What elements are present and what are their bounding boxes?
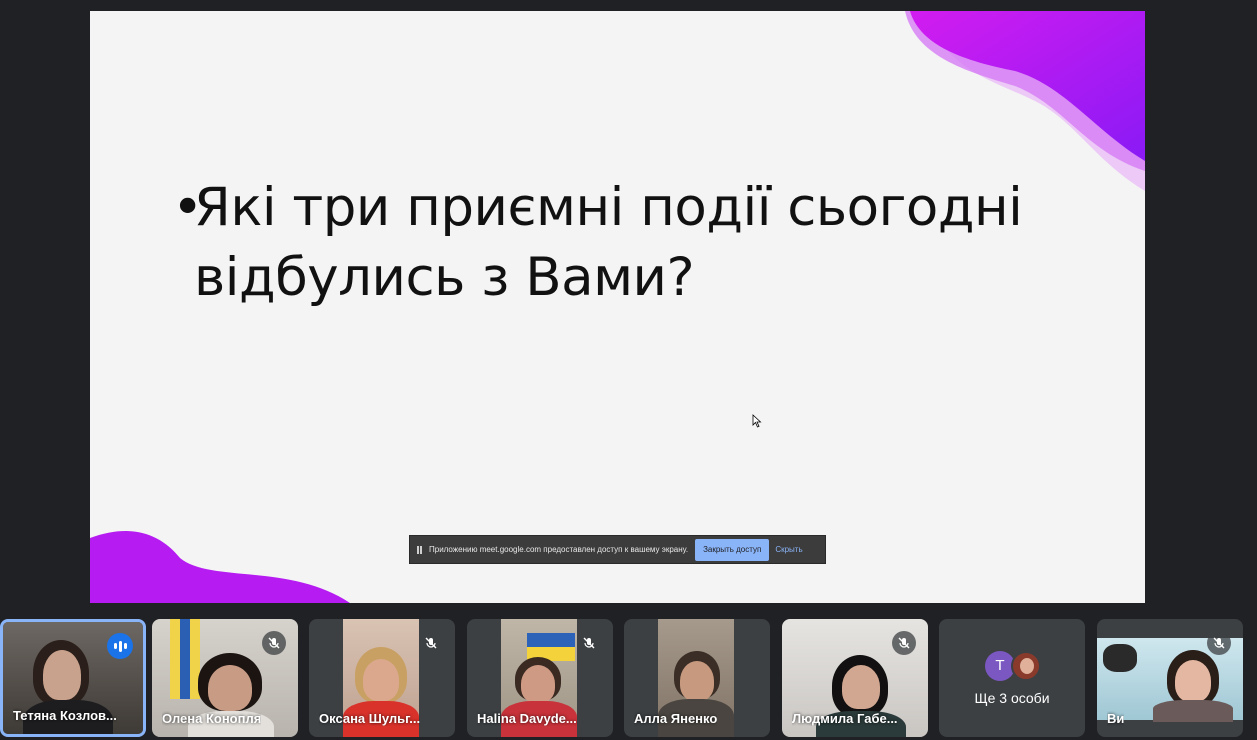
more-participants-label: Ще 3 особи	[974, 690, 1050, 706]
participant-name: Halina Davyde...	[477, 711, 577, 726]
participant-name: Оксана Шульг...	[319, 711, 421, 726]
mic-off-icon	[892, 631, 916, 655]
mic-off-icon	[1207, 631, 1231, 655]
slide-line-2: відбулись з Вами?	[194, 247, 695, 308]
share-message: Приложению meet.google.com предоставлен …	[429, 545, 689, 554]
more-participants-tile[interactable]: Т Ще 3 особи	[939, 619, 1085, 737]
hide-link[interactable]: Скрыть	[775, 545, 802, 554]
decorative-blob-bottom-left	[90, 530, 350, 603]
participant-tile[interactable]: Тетяна Козлов...	[0, 619, 146, 737]
participant-tile[interactable]: Оксана Шульг...	[309, 619, 455, 737]
mic-off-icon	[262, 631, 286, 655]
stop-sharing-button[interactable]: Закрыть доступ	[695, 538, 770, 561]
participant-name: Людмила Габе...	[792, 711, 898, 726]
mic-off-icon	[419, 631, 443, 655]
participant-tile[interactable]: Алла Яненко	[624, 619, 770, 737]
avatar	[1011, 651, 1041, 681]
participant-name: Тетяна Козлов...	[13, 708, 117, 723]
participant-tile[interactable]: Олена Конопля	[152, 619, 298, 737]
participant-tile[interactable]: Halina Davyde...	[467, 619, 613, 737]
participant-tile[interactable]: Ви	[1097, 619, 1243, 737]
slide-line-1: Які три приємні події сьогодні	[194, 177, 1023, 238]
participant-name: Ви	[1107, 711, 1125, 726]
speaking-indicator-icon	[107, 633, 133, 659]
mic-off-icon	[577, 631, 601, 655]
screen-share-notification: Приложению meet.google.com предоставлен …	[409, 535, 826, 564]
mouse-cursor-icon	[752, 414, 762, 428]
pause-icon	[417, 545, 423, 554]
participant-tile[interactable]: Людмила Габе...	[782, 619, 928, 737]
participant-name: Алла Яненко	[634, 711, 718, 726]
participant-name: Олена Конопля	[162, 711, 262, 726]
shared-screen: • Які три приємні події сьогодні відбули…	[90, 11, 1145, 603]
